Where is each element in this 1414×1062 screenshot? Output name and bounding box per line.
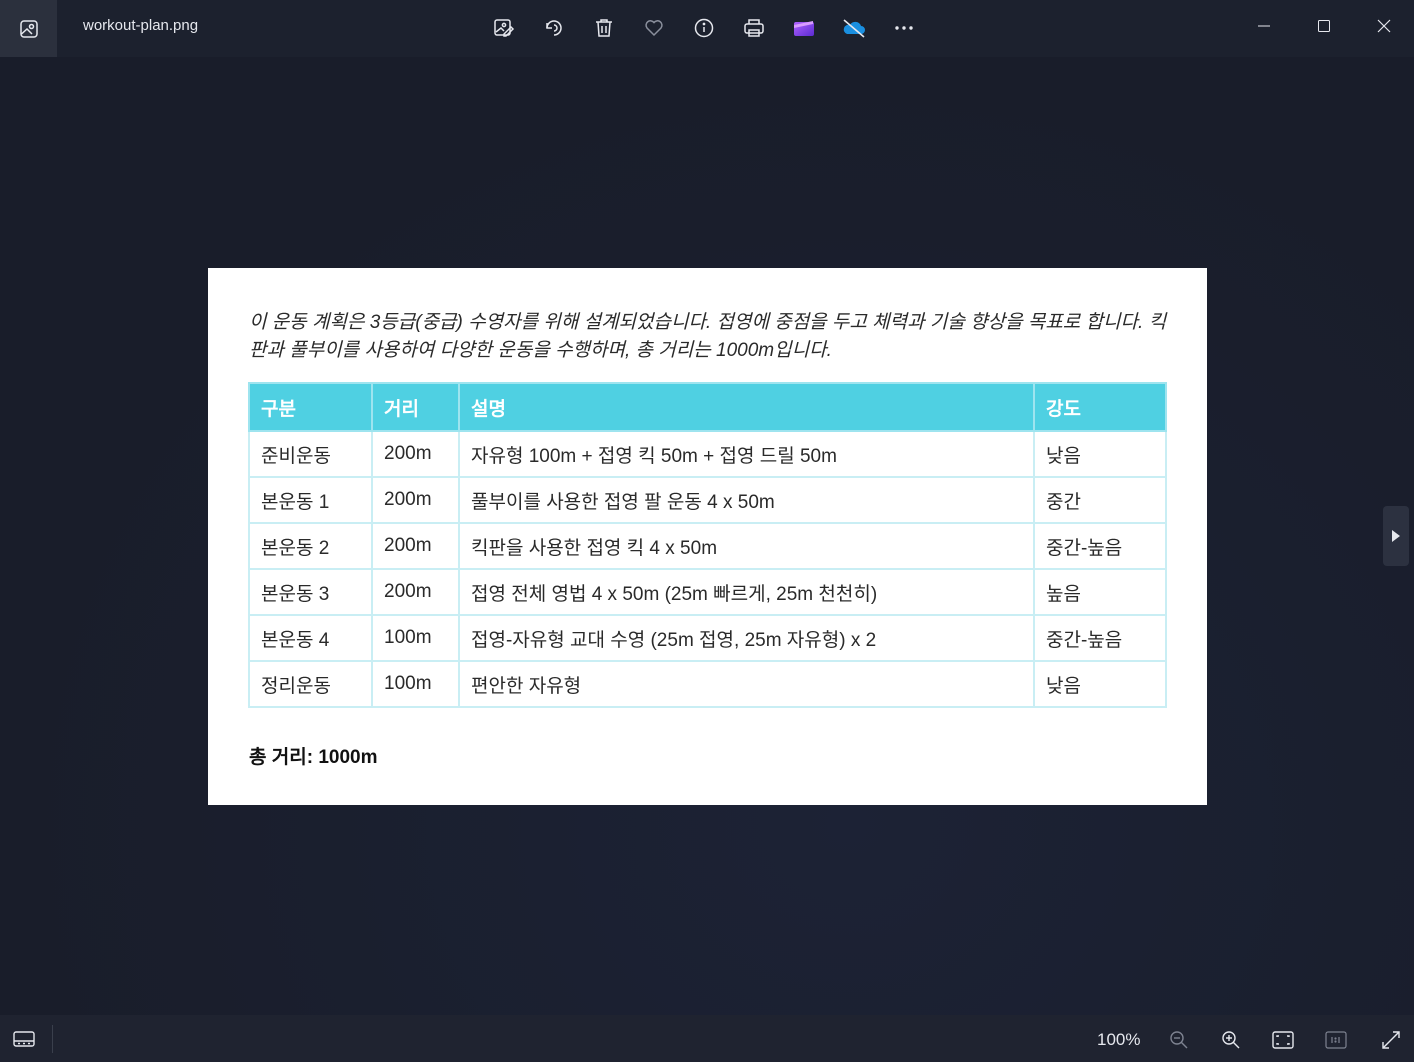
- delete-icon[interactable]: [588, 12, 620, 44]
- table-row: 본운동 3 200m 접영 전체 영법 4 x 50m (25m 빠르게, 25…: [248, 568, 1167, 616]
- info-icon[interactable]: [688, 12, 720, 44]
- cell-distance: 200m: [371, 522, 460, 570]
- zoom-in-icon[interactable]: [1216, 1025, 1246, 1055]
- cell-description: 킥판을 사용한 접영 킥 4 x 50m: [458, 522, 1035, 570]
- favorite-icon[interactable]: [638, 12, 670, 44]
- cell-distance: 100m: [371, 614, 460, 662]
- fit-to-window-icon[interactable]: [1268, 1025, 1298, 1055]
- maximize-button[interactable]: [1294, 0, 1354, 52]
- toolbar: [488, 12, 920, 44]
- zoom-out-icon[interactable]: [1164, 1025, 1194, 1055]
- total-distance: 총 거리: 1000m: [249, 747, 378, 768]
- title-bar: workout-plan.png: [0, 0, 1414, 57]
- cell-distance: 200m: [371, 430, 460, 478]
- cell-intensity: 중간-높음: [1033, 614, 1167, 662]
- cell-description: 편안한 자유형: [458, 660, 1035, 708]
- rotate-icon[interactable]: [538, 12, 570, 44]
- cell-section: 본운동 3: [248, 568, 373, 616]
- more-icon[interactable]: [888, 12, 920, 44]
- workout-table: 구분 거리 설명 강도 준비운동 200m 자유형 100m + 접영 킥 50…: [248, 382, 1167, 708]
- onedrive-icon[interactable]: [838, 12, 870, 44]
- cell-description: 자유형 100m + 접영 킥 50m + 접영 드릴 50m: [458, 430, 1035, 478]
- zoom-level: 100%: [1097, 1030, 1141, 1049]
- table-row: 준비운동 200m 자유형 100m + 접영 킥 50m + 접영 드릴 50…: [248, 430, 1167, 478]
- cell-intensity: 낮음: [1033, 660, 1167, 708]
- column-header: 구분: [248, 382, 373, 432]
- cell-description: 접영 전체 영법 4 x 50m (25m 빠르게, 25m 천천히): [458, 568, 1035, 616]
- column-header: 설명: [458, 382, 1035, 432]
- close-button[interactable]: [1354, 0, 1414, 52]
- displayed-image: 이 운동 계획은 3등급(중급) 수영자를 위해 설계되었습니다. 접영에 중점…: [208, 268, 1207, 805]
- cell-intensity: 중간: [1033, 476, 1167, 524]
- intro-paragraph: 이 운동 계획은 3등급(중급) 수영자를 위해 설계되었습니다. 접영에 중점…: [249, 312, 1167, 361]
- edit-image-icon[interactable]: [488, 12, 520, 44]
- column-header: 거리: [371, 382, 460, 432]
- minimize-button[interactable]: [1234, 0, 1294, 52]
- cell-distance: 200m: [371, 476, 460, 524]
- bottom-bar: 100%: [0, 1015, 1414, 1062]
- clipchamp-icon[interactable]: [788, 12, 820, 44]
- table-row: 본운동 2 200m 킥판을 사용한 접영 킥 4 x 50m 중간-높음: [248, 522, 1167, 570]
- window-controls: [1234, 0, 1414, 52]
- next-image-button[interactable]: [1383, 506, 1409, 566]
- cell-section: 준비운동: [248, 430, 373, 478]
- actual-size-icon[interactable]: [1321, 1025, 1351, 1055]
- fullscreen-icon[interactable]: [1376, 1025, 1406, 1055]
- cell-intensity: 중간-높음: [1033, 522, 1167, 570]
- table-header-row: 구분 거리 설명 강도: [248, 382, 1167, 432]
- table-row: 본운동 1 200m 풀부이를 사용한 접영 팔 운동 4 x 50m 중간: [248, 476, 1167, 524]
- cell-distance: 100m: [371, 660, 460, 708]
- table-row: 본운동 4 100m 접영-자유형 교대 수영 (25m 접영, 25m 자유형…: [248, 614, 1167, 662]
- cell-intensity: 낮음: [1033, 430, 1167, 478]
- cell-description: 풀부이를 사용한 접영 팔 운동 4 x 50m: [458, 476, 1035, 524]
- cell-description: 접영-자유형 교대 수영 (25m 접영, 25m 자유형) x 2: [458, 614, 1035, 662]
- filmstrip-button[interactable]: [10, 1025, 38, 1053]
- cell-distance: 200m: [371, 568, 460, 616]
- table-row: 정리운동 100m 편안한 자유형 낮음: [248, 660, 1167, 708]
- cell-section: 본운동 4: [248, 614, 373, 662]
- chevron-right-icon: [1392, 530, 1400, 542]
- cell-section: 본운동 1: [248, 476, 373, 524]
- column-header: 강도: [1033, 382, 1167, 432]
- cell-intensity: 높음: [1033, 568, 1167, 616]
- divider: [52, 1025, 53, 1053]
- cell-section: 정리운동: [248, 660, 373, 708]
- window-title: workout-plan.png: [83, 17, 199, 34]
- cell-section: 본운동 2: [248, 522, 373, 570]
- photos-app-icon[interactable]: [0, 0, 57, 57]
- print-icon[interactable]: [738, 12, 770, 44]
